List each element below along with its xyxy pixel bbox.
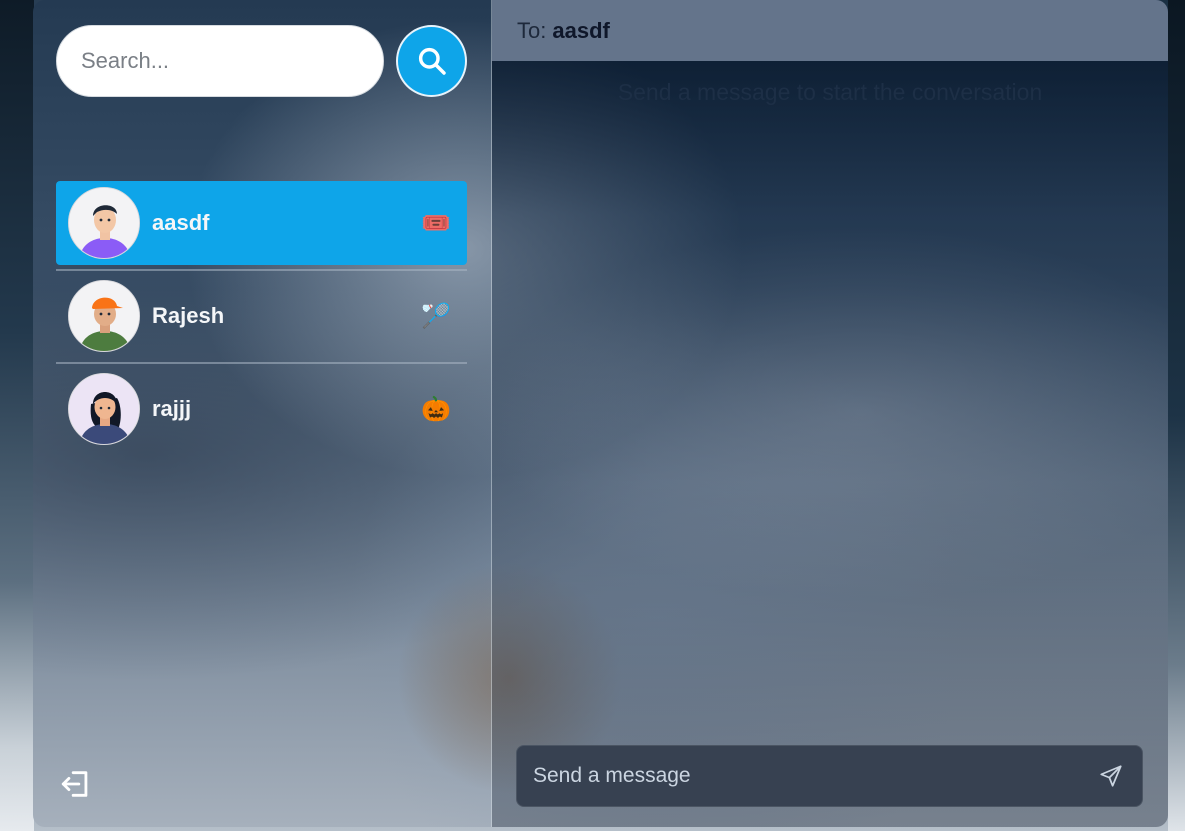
background-right-edge (1168, 0, 1185, 831)
logout-icon (61, 771, 88, 797)
pumpkin-icon: 🎃 (421, 395, 451, 423)
badminton-icon: 🏸 (421, 302, 451, 330)
avatar-man-purple-shirt-icon (69, 188, 139, 258)
search-icon (418, 47, 446, 75)
message-composer (516, 745, 1143, 807)
sidebar: aasdf 🎟️ Rajesh (33, 0, 492, 827)
chat-app-window: aasdf 🎟️ Rajesh (33, 0, 1168, 827)
empty-conversation-hint: Send a message to start the conversation (617, 79, 1043, 105)
avatar (68, 187, 140, 259)
conversation-item-rajjj[interactable]: rajjj 🎃 (56, 367, 467, 451)
divider (56, 362, 467, 364)
conversation-item-aasdf[interactable]: aasdf 🎟️ (56, 181, 467, 265)
avatar (68, 373, 140, 445)
search-button[interactable] (396, 25, 467, 97)
send-icon (1100, 765, 1122, 787)
avatar-man-orange-cap-icon (69, 281, 139, 351)
divider (56, 269, 467, 271)
conversation-list: aasdf 🎟️ Rajesh 🏸 rajjj 🎃 (56, 181, 467, 451)
to-label: To: (517, 17, 547, 43)
ticket-icon: 🎟️ (421, 209, 451, 237)
chat-panel: To: aasdf Send a message to start the co… (492, 0, 1168, 827)
send-button[interactable] (1096, 761, 1126, 791)
message-input[interactable] (533, 746, 1096, 806)
recipient-name: aasdf (552, 17, 610, 43)
search-form (56, 25, 467, 97)
conversation-item-rajesh[interactable]: Rajesh 🏸 (56, 274, 467, 358)
avatar-woman-blue-shirt-icon (69, 374, 139, 444)
conversation-name: aasdf (152, 210, 210, 235)
conversation-name: rajjj (152, 396, 192, 421)
conversation-name: Rajesh (152, 303, 225, 328)
message-area: Send a message to start the conversation (492, 61, 1168, 827)
background-left-edge (0, 0, 34, 831)
search-input[interactable] (56, 25, 384, 97)
chat-header: To: aasdf (492, 0, 1168, 61)
logout-button[interactable] (59, 767, 93, 801)
avatar (68, 280, 140, 352)
